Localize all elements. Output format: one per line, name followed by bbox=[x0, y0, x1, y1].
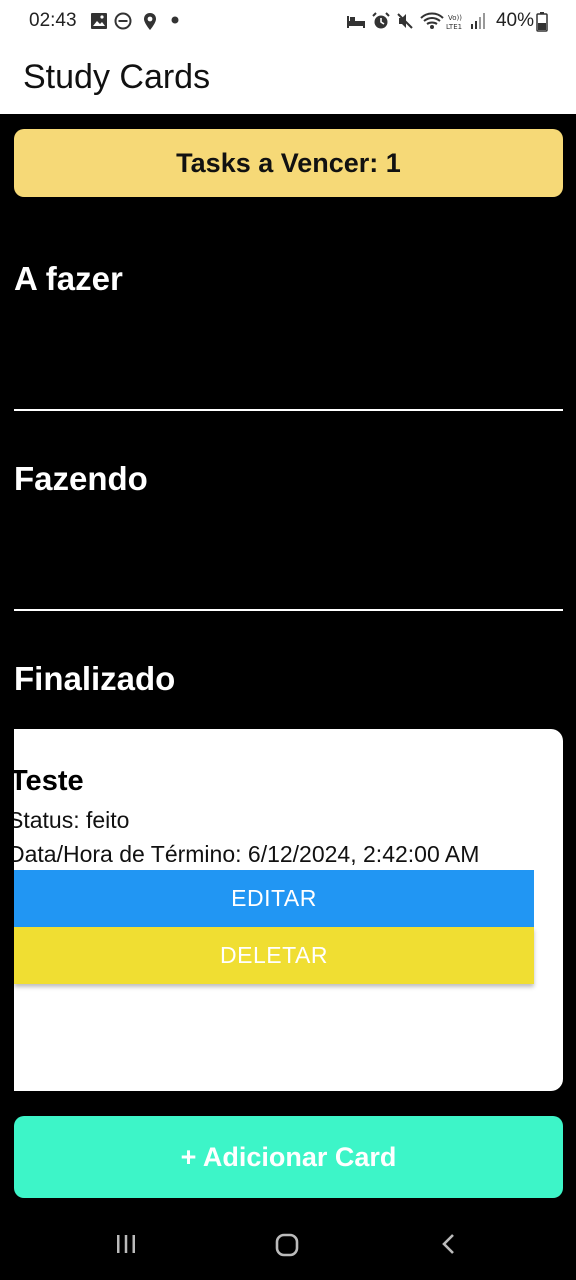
alarm-icon bbox=[372, 12, 390, 29]
due-tasks-banner: Tasks a Vencer: 1 bbox=[14, 129, 563, 197]
navigation-bar bbox=[0, 1210, 576, 1280]
due-tasks-text: Tasks a Vencer: 1 bbox=[176, 147, 401, 178]
section-divider bbox=[14, 609, 563, 611]
status-bar: 02:43 Vo)) LTE1 40% bbox=[0, 0, 576, 44]
volte-icon: Vo)) LTE1 bbox=[446, 14, 462, 30]
app-bar: Study Cards bbox=[0, 44, 576, 114]
home-icon[interactable] bbox=[274, 1232, 300, 1258]
add-card-label: + Adicionar Card bbox=[180, 1141, 397, 1172]
dot-icon bbox=[171, 16, 179, 24]
section-title-todo: A fazer bbox=[14, 260, 123, 297]
card-due-date: Data/Hora de Término: 6/12/2024, 2:42:00… bbox=[14, 841, 480, 867]
svg-text:LTE1: LTE1 bbox=[446, 23, 462, 30]
delete-button[interactable]: DELETAR bbox=[14, 927, 534, 984]
back-icon[interactable] bbox=[438, 1232, 460, 1256]
battery-percent: 40% bbox=[495, 10, 534, 31]
section-title-doing: Fazendo bbox=[14, 460, 148, 497]
signal-icon bbox=[471, 13, 485, 29]
status-time: 02:43 bbox=[29, 10, 77, 31]
task-card: Teste Status: feito Data/Hora de Término… bbox=[14, 729, 563, 1091]
card-status: Status: feito bbox=[14, 807, 130, 833]
add-card-button[interactable]: + Adicionar Card bbox=[14, 1116, 563, 1198]
wifi-icon bbox=[420, 12, 444, 29]
app-title: Study Cards bbox=[23, 58, 211, 96]
recents-icon[interactable] bbox=[114, 1232, 138, 1256]
svg-text:Vo)): Vo)) bbox=[448, 14, 462, 22]
card-title: Teste bbox=[14, 765, 84, 797]
section-divider bbox=[14, 409, 563, 411]
mute-icon bbox=[397, 13, 413, 29]
battery-icon bbox=[536, 12, 548, 32]
location-icon bbox=[144, 13, 156, 30]
image-icon bbox=[91, 13, 107, 29]
section-title-done: Finalizado bbox=[14, 660, 176, 697]
edit-button[interactable]: EDITAR bbox=[14, 870, 534, 927]
do-not-disturb-icon bbox=[114, 12, 132, 30]
bed-icon bbox=[347, 16, 365, 28]
